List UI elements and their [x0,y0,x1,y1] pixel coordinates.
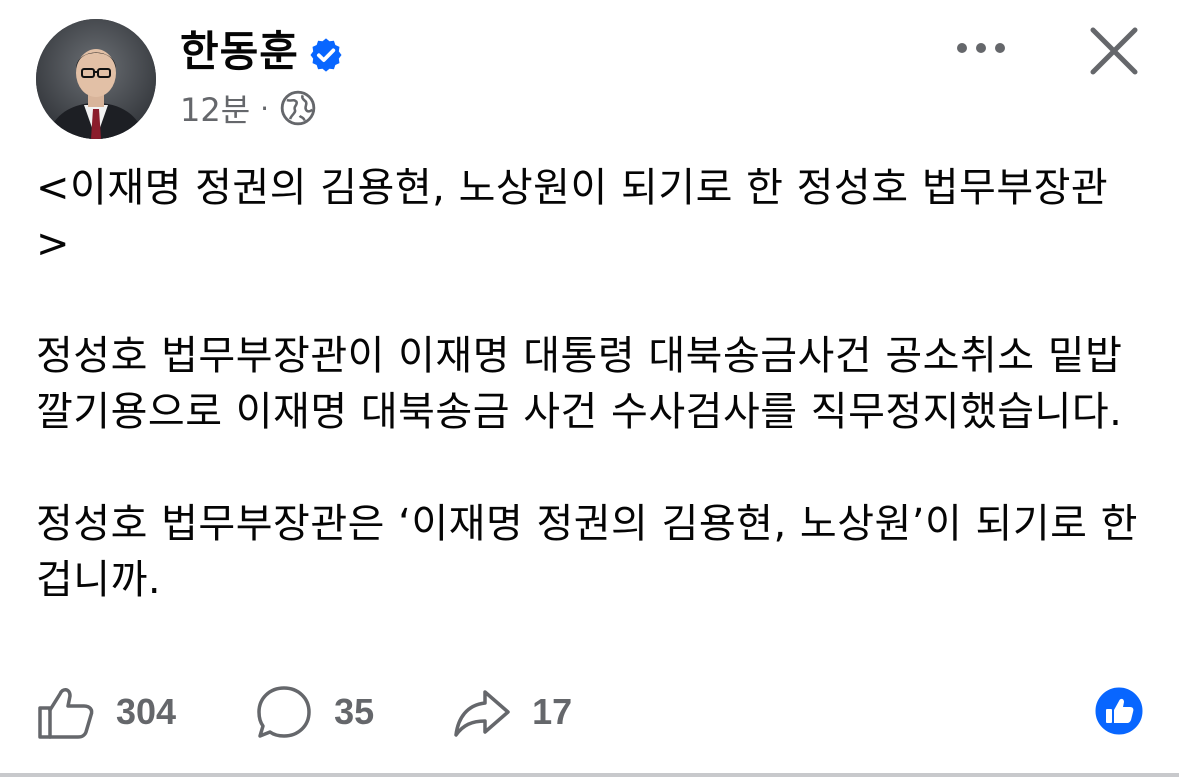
more-dots-icon[interactable] [950,30,1012,66]
post-actions-bar: 304 35 17 [36,680,650,744]
share-button[interactable]: 17 [452,682,572,742]
like-reaction-icon[interactable] [1094,686,1144,736]
comment-bubble-icon [257,686,311,738]
profile-photo [36,19,156,139]
post-header: 한동훈 12분 · [0,0,1179,150]
close-icon[interactable] [1085,22,1143,80]
globe-icon[interactable] [279,89,317,127]
like-count: 304 [116,691,177,732]
divider [0,773,1179,777]
verified-badge-icon [310,38,342,72]
post-paragraph: 정성호 법무부장관은 ‘이재명 정권의 김용현, 노상원’이 되기로 한 겁니까… [36,501,1138,603]
post-meta: 12분 · [180,86,317,130]
comment-count: 35 [334,691,375,732]
share-count: 17 [532,691,573,732]
post-text: <이재명 정권의 김용현, 노상원이 되기로 한 정성호 법무부장관 > 정성호… [36,160,1146,608]
meta-separator: · [260,91,270,125]
post-paragraph: <이재명 정권의 김용현, 노상원이 되기로 한 정성호 법무부장관 > [36,165,1109,267]
like-button[interactable]: 304 [36,682,176,742]
post-timestamp[interactable]: 12분 [180,85,250,131]
author-name[interactable]: 한동훈 [180,24,299,80]
share-arrow-icon [454,690,510,737]
avatar[interactable] [36,19,156,139]
post-paragraph: 정성호 법무부장관이 이재명 대통령 대북송금사건 공소취소 밑밥깔기용으로 이… [36,333,1123,435]
thumbs-up-icon [38,688,94,739]
comment-button[interactable]: 35 [254,682,374,742]
